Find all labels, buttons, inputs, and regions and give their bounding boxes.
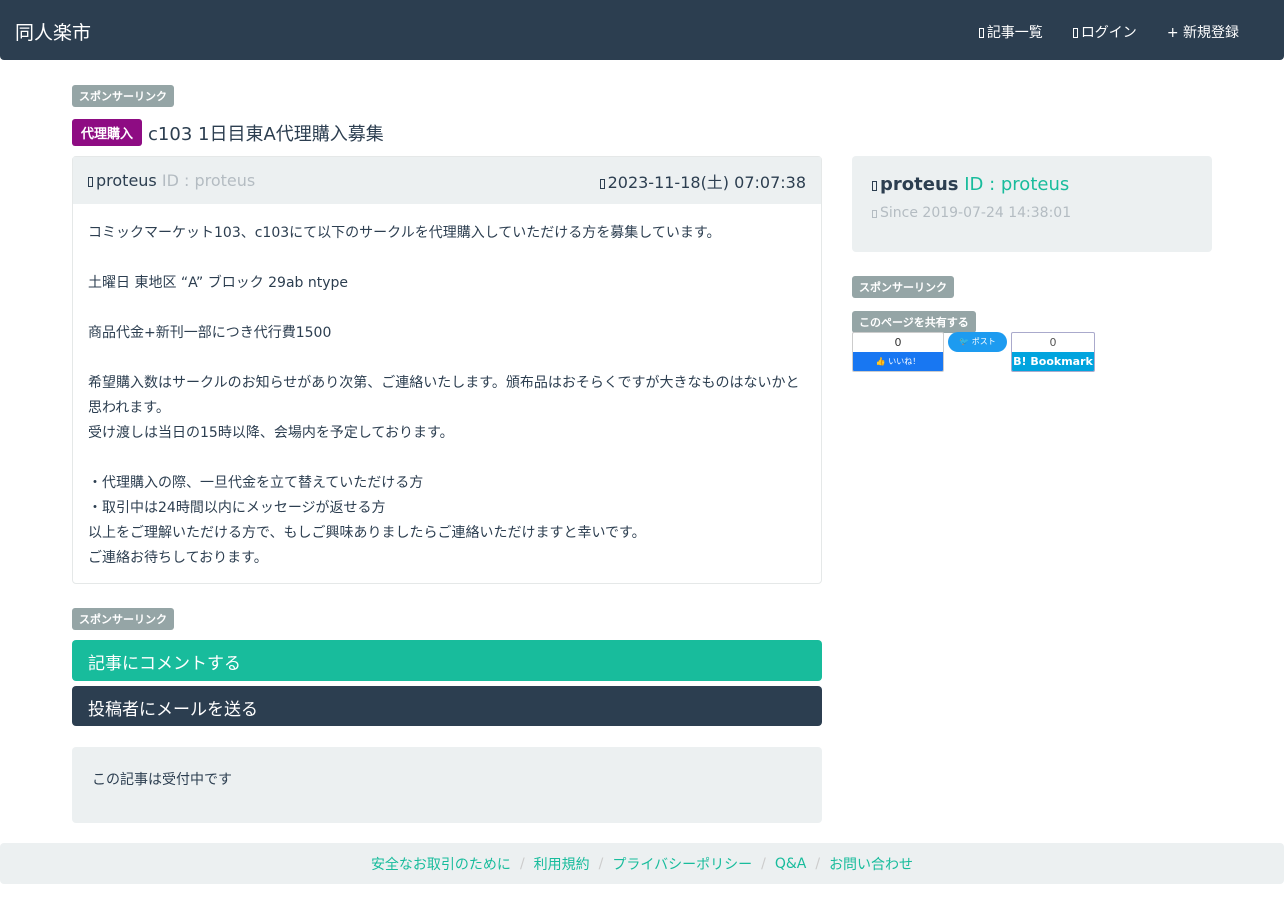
twitter-bird-icon: 🐦	[959, 337, 970, 346]
nav-label: ログイン	[1080, 25, 1137, 41]
clock-icon	[599, 178, 605, 189]
fb-count: 0	[894, 336, 902, 349]
post-body: コミックマーケット103、c103にて以下のサークルを代理購入していただける方を…	[88, 225, 800, 566]
thumbs-up-icon: 👍	[875, 357, 886, 366]
sponsor-label: スポンサーリンク	[852, 276, 954, 298]
navbar: 同人楽市 記事一覧 ログイン + 新規登録	[0, 0, 1284, 60]
user-icon	[872, 181, 877, 191]
calendar-icon	[872, 210, 877, 218]
profile-name[interactable]: proteus	[880, 174, 958, 195]
facebook-like-button[interactable]: 0 👍 いいね！	[852, 332, 944, 372]
hb-label: B! Bookmark	[1012, 352, 1094, 371]
send-mail-button[interactable]: 投稿者にメールを送る	[72, 686, 822, 726]
brand-logo[interactable]: 同人楽市	[15, 18, 91, 45]
profile-since: Since 2019-07-24 14:38:01	[880, 205, 1072, 221]
profile-id: ID : proteus	[964, 174, 1070, 195]
nav-articles[interactable]: 記事一覧	[978, 22, 1043, 42]
hatena-bookmark-button[interactable]: 0 B! Bookmark	[1011, 332, 1095, 372]
user-icon	[88, 177, 93, 187]
nav-login[interactable]: ログイン	[1072, 22, 1137, 42]
nav-label: 記事一覧	[986, 25, 1043, 41]
post-card: proteus ID : proteus 2023-11-18(土) 07:07…	[72, 156, 822, 584]
tw-label: ポスト	[971, 337, 996, 346]
fb-label: いいね！	[888, 357, 921, 366]
comment-button[interactable]: 記事にコメントする	[72, 640, 822, 681]
login-icon	[1072, 28, 1078, 38]
post-title: c103 1日目東A代理購入募集	[148, 123, 384, 145]
author-id: ID : proteus	[161, 171, 256, 190]
post-date: 2023-11-18(土) 07:07:38	[607, 172, 806, 192]
footer: 安全なお取引のために / 利用規約 / プライバシーポリシー / Q&A / お問い合わ…	[0, 843, 1284, 884]
author-name[interactable]: proteus	[96, 171, 157, 190]
footer-link-contact[interactable]: お問い合わせ	[829, 854, 913, 874]
page-title: 代理購入 c103 1日目東A代理購入募集	[72, 119, 384, 146]
footer-link-safety[interactable]: 安全なお取引のために	[371, 854, 511, 874]
sponsor-label: スポンサーリンク	[72, 608, 174, 630]
category-badge: 代理購入	[72, 119, 143, 146]
status-message: この記事は受付中です	[72, 747, 822, 823]
sponsor-label: スポンサーリンク	[72, 85, 174, 107]
footer-link-terms[interactable]: 利用規約	[534, 854, 590, 874]
share-label: このページを共有する	[852, 311, 976, 333]
list-icon	[978, 28, 984, 38]
twitter-share-button[interactable]: 🐦 ポスト	[948, 332, 1007, 352]
footer-link-privacy[interactable]: プライバシーポリシー	[612, 854, 752, 874]
footer-link-qa[interactable]: Q&A	[775, 856, 807, 872]
hb-count: 0	[1049, 336, 1057, 349]
nav-register[interactable]: + 新規登録	[1167, 22, 1239, 42]
profile-card: proteus ID : proteus Since 2019-07-24 14…	[852, 156, 1212, 252]
